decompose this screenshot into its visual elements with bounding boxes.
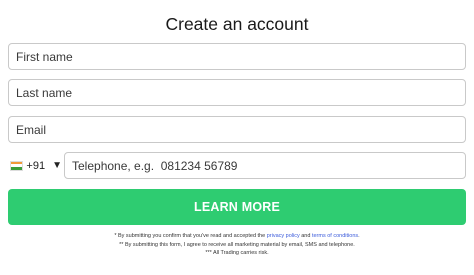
disclaimer-text: .	[358, 233, 360, 239]
disclaimer-text: * By submitting you confirm that you've …	[114, 233, 266, 239]
telephone-field[interactable]	[64, 152, 466, 179]
terms-link[interactable]: terms of conditions	[312, 233, 358, 239]
disclaimer-line-1: * By submitting you confirm that you've …	[0, 232, 474, 241]
india-flag-icon	[10, 160, 24, 171]
privacy-policy-link[interactable]: privacy policy	[267, 233, 300, 239]
chevron-down-icon: ▼	[52, 160, 62, 171]
phone-row: +91 ▼	[8, 152, 466, 179]
disclaimer: * By submitting you confirm that you've …	[0, 232, 474, 258]
learn-more-button[interactable]: LEARN MORE	[8, 189, 466, 225]
country-code: +91	[26, 159, 46, 172]
country-code-select[interactable]: +91 ▼	[8, 152, 62, 179]
last-name-field[interactable]	[8, 79, 466, 106]
disclaimer-line-3: *** All Trading carries risk.	[205, 250, 269, 256]
page-title: Create an account	[165, 14, 309, 34]
disclaimer-text: and	[301, 233, 311, 239]
first-name-field[interactable]	[8, 43, 466, 70]
disclaimer-line-2: ** By submitting this form, I agree to r…	[119, 241, 355, 248]
email-field[interactable]	[8, 116, 466, 143]
